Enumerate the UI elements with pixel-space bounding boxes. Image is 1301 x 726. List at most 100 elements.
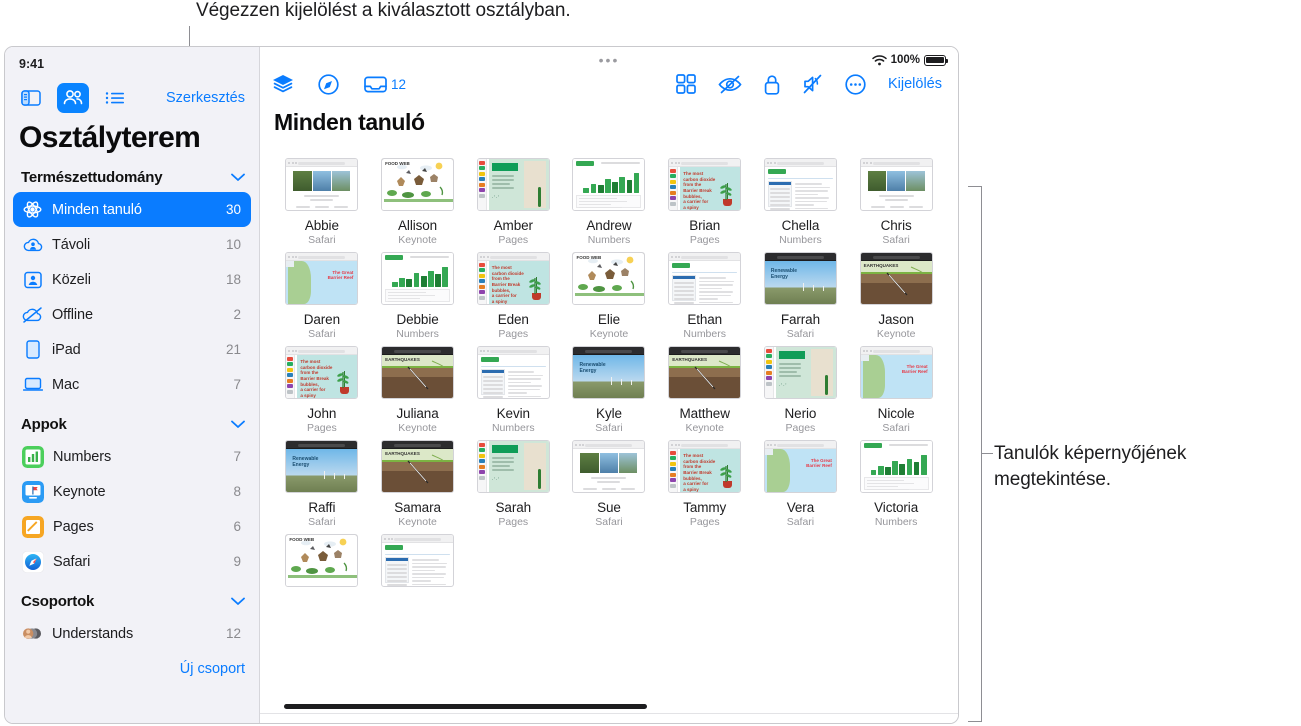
student-cell-abbie[interactable]: Abbie Safari (274, 158, 370, 246)
student-cell-john[interactable]: The most carbon dioxide from the Barrier Br… (274, 346, 370, 434)
student-screen-thumbnail[interactable]: The most carbon dioxide from the Barrier Br… (476, 252, 550, 305)
student-screen-thumbnail[interactable] (668, 252, 742, 305)
student-screen-thumbnail[interactable]: The most carbon dioxide from the Barrier Br… (668, 440, 742, 493)
layers-icon[interactable] (272, 74, 294, 94)
student-screen-thumbnail[interactable] (572, 158, 646, 211)
navigate-icon[interactable] (318, 73, 339, 95)
student-screen-thumbnail[interactable]: The Great Barrier Reef (763, 440, 837, 493)
student-cell-chris[interactable]: Chris Safari (848, 158, 944, 246)
student-screen-thumbnail[interactable] (763, 158, 837, 211)
student-screen-thumbnail[interactable]: Renewable Energy (763, 252, 837, 305)
tray-icon[interactable]: 12 (363, 75, 406, 94)
student-cell-allison[interactable]: FOOD WEB Allison Keynote (370, 158, 466, 246)
list-view-icon[interactable] (99, 83, 131, 113)
sidebar-item-minden-tanuló[interactable]: Minden tanuló 30 (13, 192, 251, 227)
lock-icon[interactable] (764, 74, 780, 95)
grid-view-icon[interactable] (676, 74, 696, 94)
sidebar-app-numbers[interactable]: Numbers 7 (13, 439, 251, 474)
student-cell-sue[interactable]: Sue Safari (561, 440, 657, 528)
student-screen-thumbnail[interactable]: . ' . ' (476, 158, 550, 211)
student-screen-thumbnail[interactable]: The most carbon dioxide from the Barrier Br… (668, 158, 742, 211)
student-screen-thumbnail[interactable]: FOOD WEB (285, 534, 359, 587)
student-cell-sarah[interactable]: . ' . ' Sarah Pages (465, 440, 561, 528)
student-screen-thumbnail[interactable]: EARTHQUAKES (381, 346, 455, 399)
student-screen-thumbnail[interactable]: The Great Barrier Reef (859, 346, 933, 399)
class-section-label: Természettudomány (21, 169, 163, 186)
sidebar-item-közeli[interactable]: Közeli 18 (13, 262, 251, 297)
student-cell-debbie[interactable]: Debbie Numbers (370, 252, 466, 340)
student-name: Kyle (596, 406, 622, 421)
student-screen-thumbnail[interactable]: Renewable Energy (285, 440, 359, 493)
edit-button[interactable]: Szerkesztés (166, 90, 245, 106)
sidebar-group-understands[interactable]: Understands 12 (13, 616, 251, 651)
sidebar-toggle-icon[interactable] (15, 83, 47, 113)
new-group-button[interactable]: Új csoport (5, 651, 259, 677)
student-cell-victoria[interactable]: Victoria Numbers (848, 440, 944, 528)
class-section-header[interactable]: Természettudomány (5, 155, 259, 192)
student-screen-thumbnail[interactable] (381, 534, 455, 587)
student-cell-nicole[interactable]: The Great Barrier Reef Nicole Safari (848, 346, 944, 434)
student-name: Nicole (877, 406, 915, 421)
student-cell-farrah[interactable]: Renewable Energy Farrah Safari (753, 252, 849, 340)
sidebar-app-safari[interactable]: Safari 9 (13, 544, 251, 579)
student-screen-thumbnail[interactable] (285, 158, 359, 211)
hide-screen-icon[interactable] (718, 75, 742, 94)
sidebar-item-label: Távoli (52, 236, 91, 253)
student-cell-jason[interactable]: EARTHQUAKES Jason Keynote (848, 252, 944, 340)
student-cell-andrew[interactable]: Andrew Numbers (561, 158, 657, 246)
student-cell-elie[interactable]: FOOD WEB Elie Keynote (561, 252, 657, 340)
student-screen-thumbnail[interactable]: EARTHQUAKES (859, 252, 933, 305)
student-screen-thumbnail[interactable] (859, 440, 933, 493)
student-cell-chella[interactable]: Chella Numbers (753, 158, 849, 246)
student-name: Debbie (396, 312, 439, 327)
student-screen-thumbnail[interactable]: Renewable Energy (572, 346, 646, 399)
student-cell-juliana[interactable]: EARTHQUAKES Juliana Keynote (370, 346, 466, 434)
student-screen-thumbnail[interactable]: EARTHQUAKES (668, 346, 742, 399)
student-cell-daren[interactable]: The Great Barrier Reef Daren Safari (274, 252, 370, 340)
student-cell[interactable] (370, 534, 466, 595)
student-screen-thumbnail[interactable]: . ' . ' (476, 440, 550, 493)
student-cell-brian[interactable]: The most carbon dioxide from the Barrier Br… (657, 158, 753, 246)
student-screen-thumbnail[interactable]: FOOD WEB (572, 252, 646, 305)
home-indicator[interactable] (260, 704, 958, 709)
chevron-down-icon[interactable] (231, 420, 245, 429)
student-screen-thumbnail[interactable] (476, 346, 550, 399)
apps-section-header[interactable]: Appok (5, 402, 259, 439)
student-name: Kevin (496, 406, 530, 421)
more-options-icon[interactable] (845, 73, 866, 95)
student-screen-thumbnail[interactable] (859, 158, 933, 211)
student-cell-kevin[interactable]: Kevin Numbers (465, 346, 561, 434)
student-cell-vera[interactable]: The Great Barrier Reef Vera Safari (753, 440, 849, 528)
sidebar-item-offline[interactable]: Offline 2 (13, 297, 251, 332)
student-screen-thumbnail[interactable] (572, 440, 646, 493)
window-grabber[interactable]: ••• (599, 53, 620, 67)
student-cell-matthew[interactable]: EARTHQUAKES Matthew Keynote (657, 346, 753, 434)
student-cell-ethan[interactable]: Ethan Numbers (657, 252, 753, 340)
sidebar-app-keynote[interactable]: Keynote 8 (13, 474, 251, 509)
student-cell-amber[interactable]: . ' . ' Amber Pages (465, 158, 561, 246)
student-screen-thumbnail[interactable]: The Great Barrier Reef (285, 252, 359, 305)
student-screen-thumbnail[interactable]: The most carbon dioxide from the Barrier Br… (285, 346, 359, 399)
sidebar-app-label: Numbers (53, 448, 112, 465)
student-screen-thumbnail[interactable]: . ' . ' (763, 346, 837, 399)
student-cell-eden[interactable]: The most carbon dioxide from the Barrier Br… (465, 252, 561, 340)
sidebar-item-távoli[interactable]: Távoli 10 (13, 227, 251, 262)
mute-icon[interactable] (802, 74, 823, 94)
student-cell[interactable]: FOOD WEB (274, 534, 370, 595)
select-button[interactable]: Kijelölés (888, 76, 942, 92)
chevron-down-icon[interactable] (231, 597, 245, 606)
student-screen-thumbnail[interactable]: EARTHQUAKES (381, 440, 455, 493)
student-cell-kyle[interactable]: Renewable Energy Kyle Safari (561, 346, 657, 434)
student-screen-thumbnail[interactable]: FOOD WEB (381, 158, 455, 211)
groups-section-header[interactable]: Csoportok (5, 579, 259, 616)
student-cell-raffi[interactable]: Renewable Energy Raffi Safari (274, 440, 370, 528)
student-cell-nerio[interactable]: . ' . ' Nerio Pages (753, 346, 849, 434)
chevron-down-icon[interactable] (231, 173, 245, 182)
sidebar-item-ipad[interactable]: iPad 21 (13, 332, 251, 367)
students-view-icon[interactable] (57, 83, 89, 113)
student-screen-thumbnail[interactable] (381, 252, 455, 305)
sidebar-app-pages[interactable]: Pages 6 (13, 509, 251, 544)
student-cell-samara[interactable]: EARTHQUAKES Samara Keynote (370, 440, 466, 528)
sidebar-item-mac[interactable]: Mac 7 (13, 367, 251, 402)
student-cell-tammy[interactable]: The most carbon dioxide from the Barrier Br… (657, 440, 753, 528)
